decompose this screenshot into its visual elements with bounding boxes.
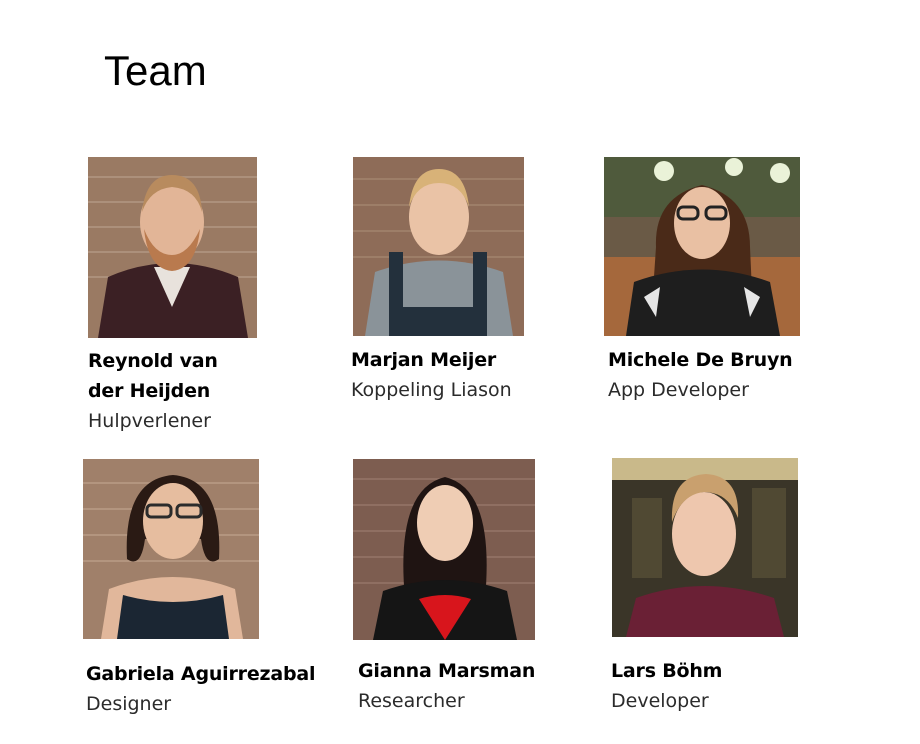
member-role: Researcher (358, 690, 465, 712)
photo-reynold (88, 157, 257, 338)
member-caption-gabriela: Gabriela Aguirrezabal Designer (86, 659, 316, 719)
photo-marjan (353, 157, 524, 336)
member-caption-reynold: Reynold van der Heijden Hulpverlener (88, 346, 218, 436)
photo-gabriela (83, 459, 259, 639)
photo-gianna (353, 459, 535, 640)
member-caption-michele: Michele De Bruyn App Developer (608, 345, 793, 405)
member-name: Gianna Marsman (358, 660, 536, 682)
photo-lars (612, 458, 798, 637)
member-name: Reynold van (88, 350, 218, 372)
member-role: Developer (611, 690, 709, 712)
member-name: der Heijden (88, 380, 211, 402)
member-caption-marjan: Marjan Meijer Koppeling Liason (351, 345, 512, 405)
member-name: Lars Böhm (611, 660, 723, 682)
slide-title: Team (104, 47, 207, 94)
member-role: App Developer (608, 379, 749, 401)
member-name: Michele De Bruyn (608, 349, 793, 371)
member-name: Gabriela Aguirrezabal (86, 663, 316, 685)
member-name: Marjan Meijer (351, 349, 497, 371)
member-caption-gianna: Gianna Marsman Researcher (358, 656, 535, 716)
member-role: Hulpverlener (88, 410, 211, 432)
photo-michele (604, 157, 800, 336)
member-role: Designer (86, 693, 172, 715)
member-role: Koppeling Liason (351, 379, 512, 401)
member-caption-lars: Lars Böhm Developer (611, 656, 722, 716)
